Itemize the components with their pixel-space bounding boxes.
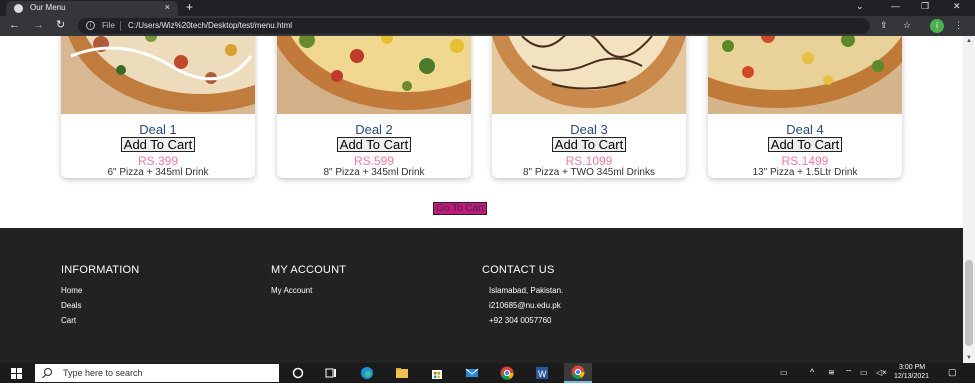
profile-avatar[interactable]: i xyxy=(930,19,944,33)
add-to-cart-button[interactable]: Add To Cart xyxy=(336,137,412,152)
scroll-down-arrow-icon[interactable]: ▼ xyxy=(966,355,972,361)
add-to-cart-button[interactable]: Add To Cart xyxy=(767,137,843,152)
deal-card: Deal 1 Add To Cart RS.399 6" Pizza + 345… xyxy=(61,36,255,178)
task-view-icon[interactable] xyxy=(323,365,339,381)
pizza-image xyxy=(708,36,902,114)
page-scrollbar[interactable]: ▲ ▼ xyxy=(963,36,975,363)
deal-title: Deal 4 xyxy=(786,122,824,137)
page-viewport: Deal 1 Add To Cart RS.399 6" Pizza + 345… xyxy=(0,36,963,363)
notifications-icon[interactable]: ▢ xyxy=(948,367,957,378)
footer-link-my-account[interactable]: My Account xyxy=(271,286,312,295)
deal-price: RS.399 xyxy=(137,154,179,168)
address-bar[interactable]: i File C:/Users/Wiz%20tech/Desktop/test/… xyxy=(78,18,870,34)
deal-title: Deal 2 xyxy=(355,122,393,137)
minimize-icon[interactable]: — xyxy=(891,1,900,11)
deal-card: Deal 4 Add To Cart RS.1499 13" Pizza + 1… xyxy=(708,36,902,178)
info-icon[interactable]: i xyxy=(86,21,95,30)
reload-icon[interactable]: ↻ xyxy=(56,18,65,32)
mail-icon[interactable] xyxy=(464,365,480,381)
share-icon[interactable]: ⇪ xyxy=(880,20,888,31)
go-to-cart-button[interactable]: Go To Cart xyxy=(433,202,488,215)
deal-description: 6" Pizza + 345ml Drink xyxy=(107,167,209,178)
add-to-cart-button[interactable]: Add To Cart xyxy=(120,137,196,152)
omnibox-divider xyxy=(120,21,121,31)
deal-card: Deal 2 Add To Cart RS.599 8" Pizza + 345… xyxy=(277,36,471,178)
footer-contact-heading: CONTACT US xyxy=(482,264,555,276)
deal-card-body: Deal 4 Add To Cart RS.1499 13" Pizza + 1… xyxy=(708,123,902,178)
menu-kebab-icon[interactable]: ⋮ xyxy=(954,20,963,31)
search-icon xyxy=(44,368,52,376)
pizza-image xyxy=(61,36,255,114)
chrome-active-taskbar-icon[interactable] xyxy=(564,363,592,383)
tab-title: Our Menu xyxy=(30,3,66,12)
bookmark-star-icon[interactable]: ☆ xyxy=(903,20,911,31)
tab-search-icon[interactable]: ⌄ xyxy=(856,1,864,12)
tab-close-icon[interactable]: × xyxy=(165,2,170,12)
footer-link-home[interactable]: Home xyxy=(61,286,82,295)
new-tab-button[interactable]: + xyxy=(186,0,193,14)
windows-start-icon[interactable] xyxy=(11,368,22,379)
forward-icon[interactable]: → xyxy=(33,18,44,32)
show-hidden-icons-icon[interactable]: ^ xyxy=(810,367,814,377)
file-label: File xyxy=(102,21,115,30)
deal-title: Deal 3 xyxy=(570,122,608,137)
svg-text:W: W xyxy=(538,369,547,379)
taskbar-search[interactable]: Type here to search xyxy=(35,364,279,382)
footer-link-deals[interactable]: Deals xyxy=(61,301,81,310)
back-icon[interactable]: ← xyxy=(9,18,20,32)
contact-email: i210685@nu.edu.pk xyxy=(489,301,561,310)
pizza-image xyxy=(277,36,471,114)
browser-toolbar: ← → ↻ i File C:/Users/Wiz%20tech/Desktop… xyxy=(0,16,975,36)
microsoft-store-icon[interactable] xyxy=(429,365,445,381)
close-window-icon[interactable]: ✕ xyxy=(953,1,961,12)
scroll-up-arrow-icon[interactable]: ▲ xyxy=(966,38,972,44)
clock-time[interactable]: 3:00 PM xyxy=(899,364,925,371)
add-to-cart-button[interactable]: Add To Cart xyxy=(551,137,627,152)
deal-title: Deal 1 xyxy=(139,122,177,137)
tab-favicon-icon xyxy=(14,4,23,13)
deal-card-body: Deal 2 Add To Cart RS.599 8" Pizza + 345… xyxy=(277,123,471,178)
windows-taskbar: Type here to search W ▭ ^ ≋ ⌔ ▭ ◁× 3:00 … xyxy=(0,363,975,383)
edge-icon[interactable] xyxy=(359,365,375,381)
clock-date[interactable]: 12/13/2021 xyxy=(894,373,929,380)
deal-price: RS.1099 xyxy=(565,154,613,168)
footer-account-heading: MY ACCOUNT xyxy=(271,264,347,276)
site-footer: INFORMATION Home Deals Cart MY ACCOUNT M… xyxy=(0,228,963,363)
wifi-icon[interactable]: ⌔ xyxy=(845,368,853,378)
scroll-thumb[interactable] xyxy=(965,260,973,346)
deal-card-body: Deal 3 Add To Cart RS.1099 8" Pizza + TW… xyxy=(492,123,686,178)
browser-tab[interactable]: Our Menu × xyxy=(6,1,178,16)
cortana-icon[interactable] xyxy=(290,365,306,381)
footer-information-heading: INFORMATION xyxy=(61,264,140,276)
file-explorer-icon[interactable] xyxy=(394,365,410,381)
network-icon[interactable]: ≋ xyxy=(828,368,835,377)
chrome-icon[interactable] xyxy=(499,365,515,381)
volume-icon[interactable]: ◁× xyxy=(876,368,887,377)
deal-card: Deal 3 Add To Cart RS.1099 8" Pizza + TW… xyxy=(492,36,686,178)
keyboard-icon[interactable]: ▭ xyxy=(780,368,788,377)
contact-phone: +92 304 0057760 xyxy=(489,316,552,325)
contact-address: Islamabad, Pakistan. xyxy=(489,286,564,295)
deal-description: 8" Pizza + TWO 345ml Drinks xyxy=(522,167,655,178)
deal-card-body: Deal 1 Add To Cart RS.399 6" Pizza + 345… xyxy=(61,123,255,178)
url-text[interactable]: C:/Users/Wiz%20tech/Desktop/test/menu.ht… xyxy=(128,21,292,30)
word-icon[interactable]: W xyxy=(534,365,550,381)
deal-description: 13" Pizza + 1.5Ltr Drink xyxy=(752,167,858,178)
deal-description: 8" Pizza + 345ml Drink xyxy=(323,167,425,178)
deal-price: RS.1499 xyxy=(781,154,829,168)
pizza-image xyxy=(492,36,686,114)
battery-icon[interactable]: ▭ xyxy=(860,368,868,377)
deal-price: RS.599 xyxy=(353,154,395,168)
taskbar-search-placeholder: Type here to search xyxy=(63,368,143,378)
restore-icon[interactable]: ❐ xyxy=(921,1,929,12)
footer-link-cart[interactable]: Cart xyxy=(61,316,76,325)
browser-titlebar: Our Menu × + ⌄ — ❐ ✕ xyxy=(0,0,975,16)
